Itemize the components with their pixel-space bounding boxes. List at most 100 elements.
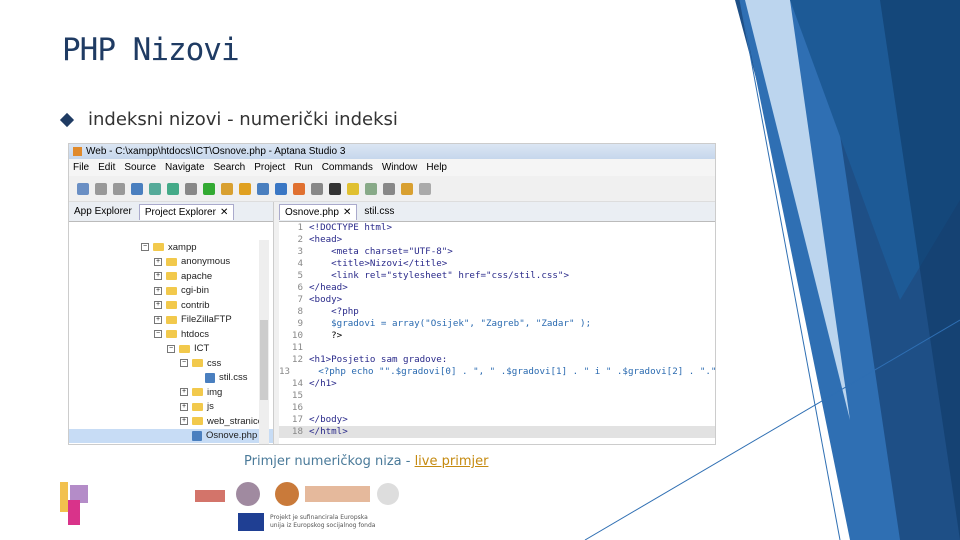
tree-item[interactable]: + contrib [69,298,273,313]
partner-logos [195,482,399,506]
tree-item-label: anonymous [181,256,231,268]
toolbar-button-icon[interactable] [329,182,341,195]
code-text: $gradovi = array("Osijek", "Zagreb", "Za… [309,318,592,329]
code-lines: 1 <!DOCTYPE html> 2 <head> 3 <meta charset="… [279,222,715,438]
tab-app-explorer[interactable]: App Explorer [69,204,137,219]
code-text: </body> [309,414,348,425]
tree-item[interactable]: − htdocs [69,327,273,342]
line-number: 6 [297,282,303,293]
expand-toggle-icon[interactable]: + [154,301,162,310]
tab-label: stil.css [364,206,395,217]
code-text: <h1>Posjetio sam gradove: [309,354,448,365]
tab-osnove-php[interactable]: Osnove.php ✕ [279,203,358,220]
toolbar-button-icon[interactable] [275,182,287,195]
code-editor[interactable]: Osnove.php ✕ stil.css 1 <!DOCTYPE html> 2 <h… [279,202,715,444]
tree-item[interactable]: − css [69,356,273,371]
line-number: 16 [291,402,303,413]
tab-project-explorer[interactable]: Project Explorer ✕ [138,203,235,220]
code-line: 14 </h1> [279,378,715,390]
toolbar-button-icon[interactable] [131,182,143,195]
code-text: <meta charset="UTF-8"> [309,246,453,257]
toolbar-button-icon[interactable] [365,182,377,195]
code-line: 5 <link rel="stylesheet" href="css/stil.… [279,270,715,282]
expand-toggle-icon[interactable]: + [180,402,188,411]
toolbar-button-icon[interactable] [383,182,395,195]
code-line: 15 [279,390,715,402]
scrollbar-thumb[interactable] [260,320,268,400]
expand-toggle-icon[interactable]: + [154,272,162,281]
tree-item[interactable]: + img [69,385,273,400]
toolbar-button-icon[interactable] [239,182,251,195]
toolbar-button-icon[interactable] [77,182,89,195]
tree-item[interactable]: + web_stranice [69,414,273,429]
code-text: <body> [309,294,343,305]
code-line: 3 <meta charset="UTF-8"> [279,246,715,258]
tree-item[interactable]: + js [69,400,273,415]
code-line: 9 $gradovi = array("Osijek", "Zagreb", "… [279,318,715,330]
menu-item[interactable]: Search [214,162,246,173]
menu-item[interactable]: Source [124,162,156,173]
expand-toggle-icon[interactable]: + [154,315,162,324]
tab-label: Project Explorer [144,206,216,218]
menu-item[interactable]: Project [254,162,285,173]
menu-item[interactable]: Navigate [165,162,204,173]
expand-toggle-icon[interactable]: + [154,286,162,295]
eu-flag-icon [238,513,264,531]
tree-item[interactable]: Osnove.php [69,428,273,443]
toolbar-button-icon[interactable] [401,182,413,195]
expand-toggle-icon[interactable]: + [154,257,162,266]
code-line: 4 <title>Nizovi</title> [279,258,715,270]
tree-item[interactable]: stil.css [69,371,273,386]
toolbar-button-icon[interactable] [347,182,359,195]
code-line: 11 [279,342,715,354]
expand-toggle-icon[interactable]: − [167,344,175,353]
toolbar-button-icon[interactable] [221,182,233,195]
toolbar-button-icon[interactable] [311,182,323,195]
code-line: 18 </html> [279,426,715,438]
close-icon[interactable]: ✕ [343,207,351,218]
toolbar-button-icon[interactable] [167,182,179,195]
expand-toggle-icon[interactable]: − [154,330,162,339]
toolbar-button-icon[interactable] [293,182,305,195]
toolbar-button-icon[interactable] [185,182,197,195]
toolbar-button-icon[interactable] [95,182,107,195]
tree-item[interactable]: − xampp [69,240,273,255]
tree-item-label: ICT [194,343,210,355]
line-number: 12 [291,354,303,365]
expand-toggle-icon[interactable]: + [180,417,188,426]
code-line: 6 </head> [279,282,715,294]
tree-item-label: Osnove.php [206,430,258,442]
toolbar-button-icon[interactable] [419,182,431,195]
line-number: 7 [297,294,303,305]
window-title: Web - C:\xampp\htdocs\ICT\Osnove.php - A… [86,146,346,157]
close-icon[interactable]: ✕ [220,207,228,218]
menu-item[interactable]: Edit [98,162,115,173]
tree-item-label: xampp [168,241,197,253]
scrollbar[interactable] [259,240,269,444]
code-text: <title>Nizovi</title> [309,258,448,269]
expand-toggle-icon[interactable]: + [180,388,188,397]
line-number: 15 [291,390,303,401]
menu-item[interactable]: Commands [322,162,373,173]
live-example-link[interactable]: live primjer [415,454,489,469]
caption: Primjer numeričkog niza - live primjer [244,454,488,469]
menu-item[interactable]: Run [294,162,312,173]
tree-item[interactable]: − ICT [69,342,273,357]
tree-item[interactable]: + apache [69,269,273,284]
tree-item[interactable]: + cgi-bin [69,284,273,299]
toolbar-button-icon[interactable] [203,182,215,195]
expand-toggle-icon[interactable]: − [180,359,188,368]
toolbar-button-icon[interactable] [257,182,269,195]
expand-toggle-icon[interactable]: − [141,243,149,252]
line-number: 9 [297,318,303,329]
tree-item[interactable]: + anonymous [69,255,273,270]
toolbar-button-icon[interactable] [113,182,125,195]
menu-item[interactable]: Window [382,162,418,173]
menu-item[interactable]: File [73,162,89,173]
tree-item-label: FileZillaFTP [181,314,232,326]
menu-item[interactable]: Help [426,162,447,173]
code-text: </html> [309,426,348,437]
toolbar-button-icon[interactable] [149,182,161,195]
tab-stil-css[interactable]: stil.css [359,204,399,219]
tree-item[interactable]: + FileZillaFTP [69,313,273,328]
